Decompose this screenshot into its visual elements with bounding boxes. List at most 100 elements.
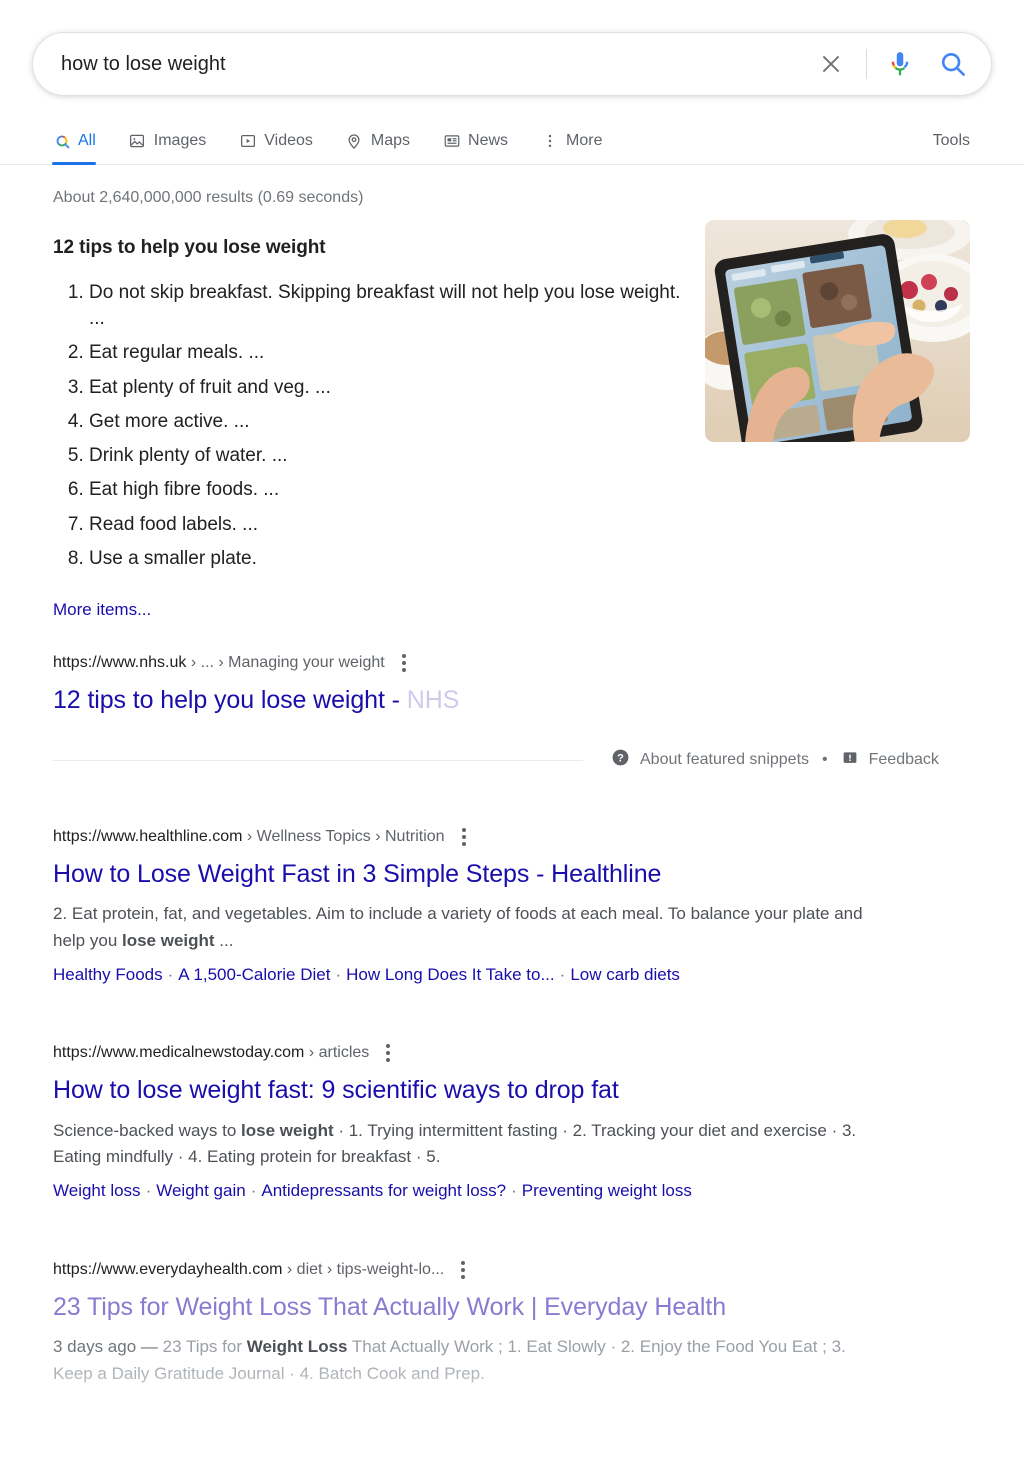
source-breadcrumb: › ... › Managing your weight [190, 653, 385, 671]
tools-button[interactable]: Tools [933, 118, 992, 164]
search-input[interactable] [59, 33, 814, 95]
result-source: https://www.healthline.com › Wellness To… [53, 824, 992, 850]
source-url[interactable]: https://www.healthline.com › Wellness To… [53, 828, 445, 846]
featured-snippet-footer-items: ? About featured snippets • Feedback [611, 748, 939, 772]
list-item: Read food labels. ... [89, 512, 693, 538]
source-domain: https://www.everydayhealth.com [53, 1260, 283, 1278]
sitelink[interactable]: Healthy Foods [53, 965, 163, 984]
result-options-kebab-icon[interactable] [380, 1040, 396, 1066]
microphone-icon[interactable] [885, 49, 915, 79]
snippet-highlight: lose weight [122, 931, 215, 951]
tab-label: All [78, 132, 96, 149]
featured-snippet-footer: ? About featured snippets • Feedback [32, 748, 992, 772]
source-domain: https://www.medicalnewstoday.com [53, 1044, 305, 1062]
result-snippet: 2. Eat protein, fat, and vegetables. Aim… [53, 901, 883, 955]
help-circle-icon: ? [611, 748, 630, 772]
list-item: Eat high fibre foods. ... [89, 477, 693, 503]
snippet-text-pre: Science-backed ways to [53, 1120, 242, 1140]
source-breadcrumb: › Wellness Topics › Nutrition [246, 828, 445, 846]
sitelink[interactable]: A 1,500-Calorie Diet [178, 965, 330, 984]
snippet-date: 3 days ago — [53, 1336, 163, 1356]
list-item: Do not skip breakfast. Skipping breakfas… [89, 280, 693, 332]
clear-icon[interactable] [814, 47, 848, 81]
featured-snippet-list: Do not skip breakfast. Skipping breakfas… [53, 280, 693, 572]
featured-snippet-result-title[interactable]: 12 tips to help you lose weight - NHS [53, 685, 992, 716]
result-title[interactable]: 23 Tips for Weight Loss That Actually Wo… [53, 1292, 992, 1323]
svg-text:?: ? [617, 753, 624, 765]
snippet-highlight: lose weight [241, 1120, 334, 1140]
sitelink-separator: · [145, 1181, 152, 1201]
result-title-text: 12 tips to help you lose weight - [53, 685, 407, 714]
sitelink[interactable]: Weight loss [53, 1181, 141, 1200]
google-search-results-page: All Images [0, 0, 1024, 1477]
featured-snippet-thumbnail[interactable] [705, 220, 970, 442]
list-item: Use a smaller plate. [89, 546, 693, 572]
source-domain: https://www.healthline.com [53, 828, 243, 846]
result-title-faded-text: NHS [406, 685, 460, 714]
feedback-button[interactable]: Feedback [841, 749, 939, 772]
sitelink[interactable]: How Long Does It Take to... [346, 965, 555, 984]
tab-label: Videos [264, 132, 313, 149]
result-snippet: 3 days ago — 23 Tips for Weight Loss Tha… [53, 1334, 883, 1388]
result-options-kebab-icon[interactable] [455, 1257, 471, 1283]
search-tabs: All Images Videos Maps News More [32, 118, 618, 165]
search-result: https://www.everydayhealth.com › diet › … [32, 1257, 992, 1388]
divider [53, 759, 583, 761]
sitelink-separator: · [335, 965, 342, 985]
result-options-kebab-icon[interactable] [456, 824, 472, 850]
sitelink[interactable]: Low carb diets [570, 965, 680, 984]
kebab-icon [540, 132, 559, 151]
snippet-text-post: ... [214, 931, 234, 951]
map-pin-icon [345, 132, 364, 151]
search-result: https://www.medicalnewstoday.com › artic… [32, 1040, 992, 1204]
tab-all[interactable]: All [32, 118, 112, 165]
result-sitelinks: Healthy Foods · A 1,500-Calorie Diet · How L… [53, 961, 992, 988]
list-item: Drink plenty of water. ... [89, 443, 693, 469]
search-bar-container [0, 0, 1024, 96]
snippet-highlight: Weight Loss [246, 1336, 348, 1356]
sitelink[interactable]: Antidepressants for weight loss? [261, 1181, 506, 1200]
footer-separator: • [822, 751, 828, 769]
list-item: Eat plenty of fruit and veg. ... [89, 375, 693, 401]
tab-label: More [566, 132, 603, 149]
sitelink-separator: · [559, 965, 566, 985]
featured-snippet-source: https://www.nhs.uk › ... › Managing your… [53, 650, 992, 676]
result-stats: About 2,640,000,000 results (0.69 second… [53, 189, 364, 206]
tab-images[interactable]: Images [112, 118, 222, 164]
search-divider [866, 49, 867, 79]
result-sitelinks: Weight loss · Weight gain · Antidepressants … [53, 1177, 992, 1204]
tab-label: Images [153, 132, 207, 149]
source-url[interactable]: https://www.nhs.uk › ... › Managing your… [53, 654, 385, 672]
about-featured-snippets-button[interactable]: ? About featured snippets [611, 748, 809, 772]
search-submit-icon[interactable] [937, 48, 969, 80]
source-url[interactable]: https://www.everydayhealth.com › diet › … [53, 1261, 444, 1279]
more-items-link[interactable]: More items... [53, 600, 151, 620]
source-domain: https://www.nhs.uk [53, 653, 187, 671]
result-options-kebab-icon[interactable] [396, 650, 412, 676]
tab-more[interactable]: More [524, 118, 618, 164]
sitelink[interactable]: Weight gain [156, 1181, 245, 1200]
list-item: Get more active. ... [89, 409, 693, 435]
about-featured-snippets-label: About featured snippets [640, 751, 810, 769]
source-breadcrumb: › diet › tips-weight-lo... [286, 1260, 445, 1278]
list-item: Eat regular meals. ... [89, 340, 693, 366]
news-icon [442, 132, 461, 151]
sitelink[interactable]: Preventing weight loss [522, 1181, 692, 1200]
result-title[interactable]: How to lose weight fast: 9 scientific wa… [53, 1075, 992, 1106]
snippet-text-pre: 23 Tips for [162, 1336, 247, 1356]
result-snippet: Science-backed ways to lose weight · 1. … [53, 1118, 883, 1172]
result-title[interactable]: How to Lose Weight Fast in 3 Simple Step… [53, 859, 992, 890]
search-bar[interactable] [32, 32, 992, 96]
tab-news[interactable]: News [426, 118, 524, 164]
tab-label: Maps [370, 132, 411, 149]
result-source: https://www.everydayhealth.com › diet › … [53, 1257, 992, 1283]
tab-videos[interactable]: Videos [222, 118, 329, 164]
source-url[interactable]: https://www.medicalnewstoday.com › artic… [53, 1044, 369, 1062]
video-icon [238, 132, 257, 151]
featured-snippet: 12 tips to help you lose weight Do not s… [32, 220, 992, 716]
tab-active-indicator [52, 162, 96, 165]
google-search-icon [52, 132, 71, 151]
results-content: About 2,640,000,000 results (0.69 second… [0, 189, 1024, 1388]
result-source: https://www.medicalnewstoday.com › artic… [53, 1040, 992, 1066]
tab-maps[interactable]: Maps [329, 118, 426, 164]
